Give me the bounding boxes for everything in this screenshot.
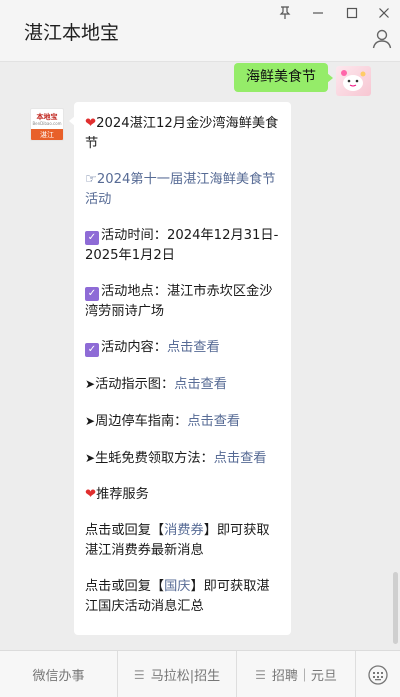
pin-icon[interactable] <box>272 2 298 24</box>
service-title-row: ❤推荐服务 <box>85 485 281 505</box>
title-bar: 湛江本地宝 <box>0 0 400 62</box>
bot-avatar-city: 湛江 <box>31 129 63 140</box>
person-icon[interactable] <box>371 28 395 50</box>
oyster-view-link[interactable]: 点击查看 <box>214 451 267 466</box>
heart-icon: ❤ <box>85 487 97 502</box>
event-place-label: 活动地点： <box>101 284 167 299</box>
window-title: 湛江本地宝 <box>24 22 120 44</box>
menu-item-marathon[interactable]: ☰ 马拉松|招生 <box>118 651 237 697</box>
oyster-label: 生蚝免费领取方法： <box>95 451 214 466</box>
menu-item-jobs[interactable]: ☰ 招聘｜元旦 <box>237 651 356 697</box>
bot-avatar-logo: 本地宝 BenDibao.com <box>31 109 63 129</box>
holiday-prefix: 点击或回复【 <box>85 579 165 594</box>
menu-item-wechat-service[interactable]: 微信办事 <box>0 651 118 697</box>
event-place-row: ✓ 活动地点：湛江市赤坎区金沙湾劳丽诗广场 <box>85 282 281 322</box>
chat-area[interactable]: 海鲜美食节 本地宝 BenDibao.com 湛江 ❤2024湛江12月金沙湾海… <box>0 62 400 650</box>
bot-avatar-brand: 本地宝 <box>36 112 58 121</box>
event-link-text: 2024第十一届湛江海鲜美食节活动 <box>85 172 276 207</box>
menu-item-label: 招聘｜元旦 <box>271 669 337 684</box>
event-map-label: 活动指示图： <box>95 377 175 392</box>
event-time-row: ✓ 活动时间：2024年12月31日-2025年1月2日 <box>85 226 281 266</box>
holiday-row: 点击或回复【国庆】即可获取湛江国庆活动消息汇总 <box>85 577 281 617</box>
menu-item-label: 马拉松|招生 <box>150 669 221 684</box>
parking-label: 周边停车指南： <box>95 414 188 429</box>
checkbox-icon: ✓ <box>85 343 99 357</box>
event-map-row: ➤活动指示图：点击查看 <box>85 374 281 395</box>
bot-avatar[interactable]: 本地宝 BenDibao.com 湛江 <box>30 108 64 141</box>
minimize-icon[interactable] <box>305 2 331 24</box>
coupon-prefix: 点击或回复【 <box>85 523 165 538</box>
menu-item-label: 微信办事 <box>32 669 85 684</box>
coupon-keyword-link[interactable]: 消费券 <box>164 523 204 538</box>
bottom-menu-bar: 微信办事 ☰ 马拉松|招生 ☰ 招聘｜元旦 <box>0 650 400 697</box>
heart-icon: ❤ <box>85 116 97 131</box>
keyboard-toggle-icon[interactable] <box>356 651 400 697</box>
event-content-label: 活动内容： <box>101 340 167 355</box>
event-content-row: ✓ 活动内容：点击查看 <box>85 338 281 358</box>
checkbox-icon: ✓ <box>85 287 99 301</box>
event-title: ❤2024湛江12月金沙湾海鲜美食节 <box>85 114 281 154</box>
menu-list-icon: ☰ <box>133 667 145 682</box>
parking-row: ➤周边停车指南：点击查看 <box>85 411 281 432</box>
event-time-label: 活动时间： <box>101 228 167 243</box>
hand-point-icon: ☞ <box>85 172 97 187</box>
arrow-right-icon: ➤ <box>85 414 96 428</box>
user-message-bubble[interactable]: 海鲜美食节 <box>234 63 333 92</box>
bot-avatar-site: BenDibao.com <box>32 120 62 126</box>
user-avatar[interactable] <box>336 66 371 96</box>
oyster-row: ➤生蚝免费领取方法：点击查看 <box>85 448 281 469</box>
event-title-text: 2024湛江12月金沙湾海鲜美食节 <box>85 116 279 151</box>
content-view-link[interactable]: 点击查看 <box>167 340 220 355</box>
close-icon[interactable] <box>371 2 397 24</box>
event-link-row: ☞2024第十一届湛江海鲜美食节活动 <box>85 170 281 210</box>
bot-reply-bubble: ❤2024湛江12月金沙湾海鲜美食节 ☞2024第十一届湛江海鲜美食节活动 ✓ 活… <box>69 102 291 635</box>
menu-list-icon: ☰ <box>255 667 266 682</box>
parking-view-link[interactable]: 点击查看 <box>187 414 240 429</box>
maximize-icon[interactable] <box>339 2 365 24</box>
arrow-right-icon: ➤ <box>85 377 96 391</box>
event-link[interactable]: ☞2024第十一届湛江海鲜美食节活动 <box>85 172 275 207</box>
holiday-keyword-link[interactable]: 国庆 <box>164 579 190 594</box>
chat-scrollbar[interactable] <box>393 572 398 644</box>
coupon-row: 点击或回复【消费券】即可获取湛江消费券最新消息 <box>85 521 281 561</box>
checkbox-icon: ✓ <box>85 231 99 245</box>
service-title: 推荐服务 <box>96 487 149 502</box>
arrow-right-icon: ➤ <box>85 451 96 465</box>
map-view-link[interactable]: 点击查看 <box>174 377 227 392</box>
